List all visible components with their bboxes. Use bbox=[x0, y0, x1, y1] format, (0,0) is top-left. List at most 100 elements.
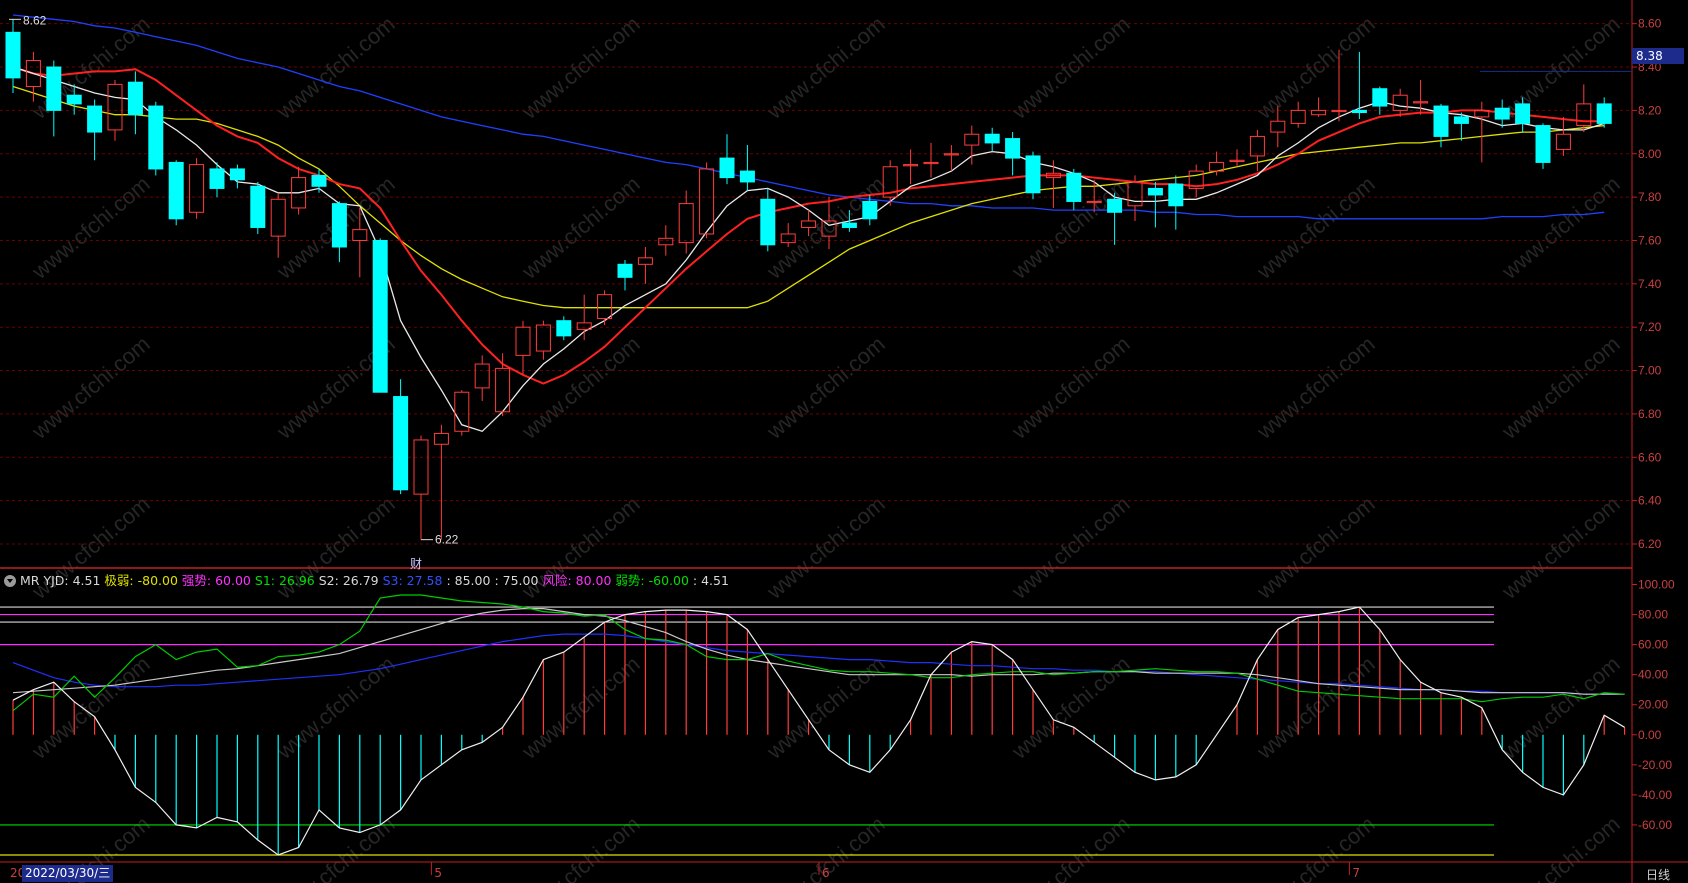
price-tick-label: 7.60 bbox=[1638, 233, 1662, 247]
indicator-legend-item: 风险: 80.00 bbox=[542, 573, 612, 588]
candle-body bbox=[984, 133, 1000, 144]
candle-body bbox=[331, 203, 347, 248]
candle-up bbox=[882, 160, 898, 206]
candle-up bbox=[637, 246, 653, 284]
watermark-text: www.cfchi.com bbox=[1496, 331, 1624, 444]
dropdown-icon[interactable] bbox=[4, 575, 16, 587]
candle-body bbox=[1576, 103, 1592, 127]
candle-body bbox=[148, 105, 164, 170]
candle-body bbox=[66, 94, 82, 105]
candle-up bbox=[535, 320, 551, 360]
price-tick-label: 6.20 bbox=[1638, 537, 1662, 551]
indicator-axis: 100.00 80.00 60.00 40.00 20.00 0.00 -20.00 -40.… bbox=[1632, 578, 1675, 832]
indicator-legend-item: S3: 27.58 bbox=[382, 573, 443, 588]
candle-body bbox=[1147, 187, 1163, 196]
price-axis: 8.608.408.208.007.807.607.407.207.006.80… bbox=[1632, 17, 1662, 551]
indicator-legend-item: 极弱: -80.00 bbox=[104, 573, 178, 588]
mr-s1-line bbox=[12, 594, 1625, 712]
candle-up bbox=[270, 192, 286, 258]
candle-down bbox=[617, 259, 633, 291]
indicator-tick-label: -40.00 bbox=[1638, 788, 1672, 802]
candle-body bbox=[1596, 103, 1612, 124]
candle-body bbox=[1107, 198, 1123, 213]
candle-body bbox=[250, 185, 266, 228]
candle-down bbox=[1025, 151, 1041, 200]
candle-down bbox=[1596, 97, 1612, 128]
candle-up bbox=[699, 162, 715, 239]
watermark-text: www.cfchi.com bbox=[516, 811, 644, 883]
candle-body bbox=[474, 363, 490, 389]
indicator-legend-item: S1: 26.96 bbox=[254, 573, 315, 588]
month-label: 7 bbox=[1352, 866, 1361, 880]
watermark-layer: www.cfchi.com www.cfchi.com www.cfchi.com w… bbox=[26, 11, 1624, 883]
financial-report-marker[interactable]: 财 bbox=[410, 555, 422, 572]
watermark-text: www.cfchi.com bbox=[1251, 491, 1379, 604]
watermark-text: www.cfchi.com bbox=[516, 331, 644, 444]
candle-body bbox=[1392, 94, 1408, 111]
low-price-label: 6.22 bbox=[435, 533, 459, 547]
price-tick-label: 7.20 bbox=[1638, 320, 1662, 334]
stock-chart[interactable]: www.cfchi.com www.cfchi.com www.cfchi.com w… bbox=[0, 0, 1688, 883]
candle-up bbox=[413, 435, 429, 540]
candle-down bbox=[984, 127, 1000, 152]
candle-body bbox=[168, 161, 184, 220]
watermark-text: www.cfchi.com bbox=[761, 11, 889, 124]
candle-up bbox=[1392, 88, 1408, 117]
candle-down bbox=[372, 238, 388, 393]
candle-down bbox=[1535, 123, 1551, 169]
candle-down bbox=[1453, 112, 1469, 141]
candle-body bbox=[637, 257, 653, 265]
candle-up bbox=[454, 390, 470, 436]
watermark-text: www.cfchi.com bbox=[1006, 331, 1134, 444]
price-tick-label: 8.00 bbox=[1638, 147, 1662, 161]
candle-down bbox=[1005, 132, 1021, 176]
candle-down bbox=[168, 160, 184, 226]
candle-body bbox=[127, 81, 143, 116]
watermark-text: www.cfchi.com bbox=[761, 651, 889, 764]
candle-body bbox=[433, 432, 449, 445]
candle-up bbox=[474, 355, 490, 401]
watermark-text: www.cfchi.com bbox=[1251, 171, 1379, 284]
candle-body bbox=[1270, 120, 1286, 133]
candle-body bbox=[46, 66, 62, 111]
period-label[interactable]: 日线 bbox=[1646, 866, 1670, 883]
current-price-tag: 8.38 bbox=[1632, 48, 1684, 64]
candle-down bbox=[229, 164, 245, 189]
candle-down bbox=[331, 201, 347, 263]
watermark-text: www.cfchi.com bbox=[26, 171, 154, 284]
watermark-text: www.cfchi.com bbox=[1251, 331, 1379, 444]
candle-up bbox=[1311, 97, 1327, 117]
candle-up bbox=[515, 320, 531, 375]
indicator-legend: MR YJD: 4.51 极弱: -80.00 强势: 60.00 S1: 26.96… bbox=[4, 571, 737, 591]
candle-down bbox=[1147, 181, 1163, 228]
indicator-legend-item: MR YJD: 4.51 bbox=[20, 573, 101, 588]
candle-up bbox=[1290, 101, 1306, 128]
candle-body bbox=[678, 203, 694, 244]
candle-up bbox=[1188, 164, 1204, 198]
watermark-text: www.cfchi.com bbox=[1496, 171, 1624, 284]
watermark-text: www.cfchi.com bbox=[1496, 651, 1624, 764]
candle-body bbox=[1555, 133, 1571, 150]
candle-body bbox=[760, 198, 776, 246]
candle-down bbox=[250, 181, 266, 234]
high-price-label: 8.62 bbox=[23, 13, 47, 27]
candle-body bbox=[1515, 103, 1531, 124]
candle-body bbox=[1351, 109, 1367, 114]
candle-down bbox=[393, 379, 409, 495]
candle-down bbox=[87, 99, 103, 161]
candle-body bbox=[556, 320, 572, 337]
watermark-text: www.cfchi.com bbox=[1496, 491, 1624, 604]
indicator-tick-label: -20.00 bbox=[1638, 758, 1672, 772]
candle-body bbox=[597, 294, 613, 320]
candle-up bbox=[1249, 129, 1265, 172]
month-label: 5 bbox=[434, 866, 443, 880]
indicator-tick-label: 20.00 bbox=[1638, 698, 1668, 712]
watermark-text: www.cfchi.com bbox=[1006, 491, 1134, 604]
candle-body bbox=[658, 237, 674, 246]
candle-body bbox=[209, 168, 225, 189]
candle-down bbox=[1351, 51, 1367, 120]
candle-body bbox=[5, 31, 21, 79]
candle-body bbox=[87, 105, 103, 133]
watermark-text: www.cfchi.com bbox=[761, 491, 889, 604]
candle-body bbox=[1005, 138, 1021, 159]
